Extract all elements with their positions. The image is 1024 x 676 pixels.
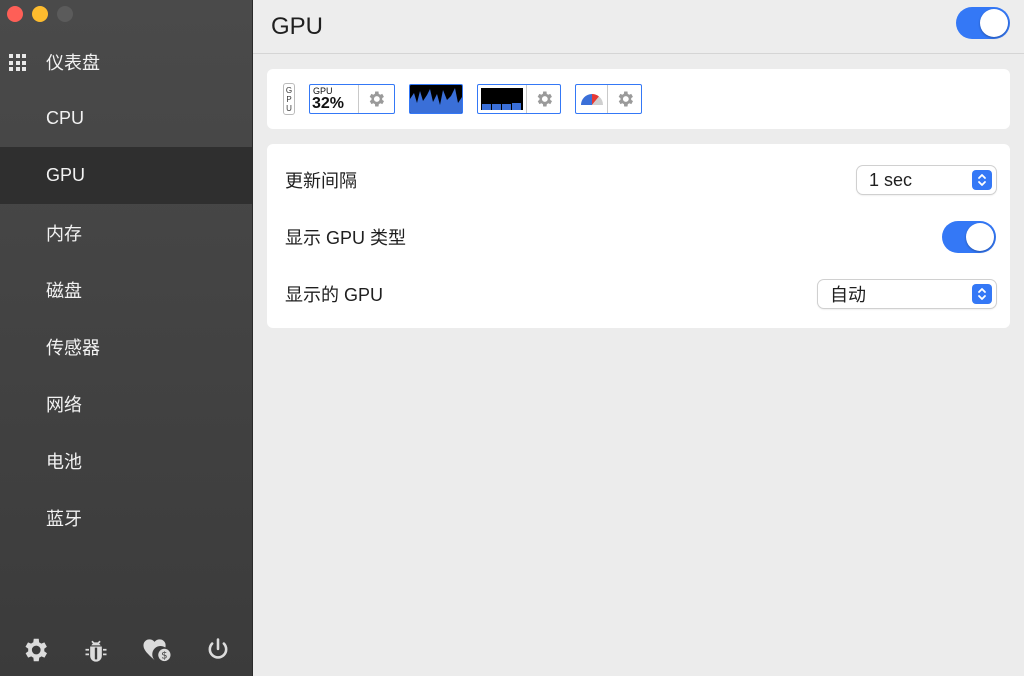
sidebar-item-label: 磁盘 [46, 280, 82, 301]
power-icon[interactable] [202, 634, 234, 666]
chevron-updown-icon [972, 170, 992, 190]
displayed-gpu-value: 自动 [830, 285, 866, 305]
module-enable-toggle[interactable] [956, 7, 1010, 39]
sidebar-item-gpu[interactable]: GPU [0, 147, 252, 204]
gear-icon[interactable] [608, 85, 641, 113]
bar-chart-preview-icon [481, 88, 523, 110]
widget-label-letter: U [286, 103, 292, 113]
sidebar-nav: 仪表盘 CPU GPU 内存 磁盘 传感器 网络 电池 蓝牙 [0, 33, 252, 546]
grid-icon [9, 54, 26, 71]
show-gpu-type-row: 显示 GPU 类型 [285, 217, 996, 257]
bar-chart-preview [478, 85, 527, 113]
gear-icon[interactable] [19, 634, 51, 666]
close-window-button[interactable] [7, 6, 23, 22]
line-chart-preview-icon [410, 88, 462, 113]
gauge-preview-icon [580, 93, 603, 105]
widget-line-chart[interactable] [409, 84, 463, 114]
sidebar-item-memory[interactable]: 内存 [0, 204, 252, 261]
widget-selector-card: G P U GPU 32% [267, 69, 1010, 129]
sidebar-item-dashboard[interactable]: 仪表盘 [0, 33, 252, 90]
sidebar-item-label: 电池 [46, 451, 82, 472]
settings-card: 更新间隔 1 sec 显示 GPU 类型 显示的 GPU 自动 [267, 144, 1010, 328]
sidebar-item-cpu[interactable]: CPU [0, 90, 252, 147]
chevron-updown-icon [972, 284, 992, 304]
sidebar-item-disk[interactable]: 磁盘 [0, 261, 252, 318]
sidebar-item-label: 蓝牙 [46, 508, 82, 529]
bug-icon[interactable] [80, 634, 112, 666]
gear-icon[interactable] [359, 85, 392, 113]
gauge-preview [576, 85, 608, 113]
window-controls [7, 6, 73, 22]
sidebar: 仪表盘 CPU GPU 内存 磁盘 传感器 网络 电池 蓝牙 $ [0, 0, 253, 676]
show-gpu-type-toggle[interactable] [942, 221, 996, 253]
svg-text:$: $ [161, 651, 167, 662]
gear-icon[interactable] [527, 85, 560, 113]
widget-mini[interactable]: GPU 32% [309, 84, 395, 114]
sidebar-item-label: 网络 [46, 394, 82, 415]
header: GPU [253, 0, 1024, 54]
toggle-knob [980, 9, 1008, 37]
sidebar-item-label: 内存 [46, 223, 82, 244]
sidebar-item-label: 仪表盘 [46, 52, 100, 73]
sidebar-item-network[interactable]: 网络 [0, 375, 252, 432]
displayed-gpu-select[interactable]: 自动 [818, 280, 996, 308]
update-interval-label: 更新间隔 [285, 171, 357, 191]
maximize-window-button[interactable] [57, 6, 73, 22]
widget-mini-preview: GPU 32% [310, 85, 359, 113]
widget-row: G P U GPU 32% [283, 83, 642, 115]
app-window: 仪表盘 CPU GPU 内存 磁盘 传感器 网络 电池 蓝牙 $ GPU G P… [0, 0, 1024, 676]
widget-gauge[interactable] [575, 84, 642, 114]
sidebar-item-label: 传感器 [46, 337, 100, 358]
toggle-knob [966, 223, 994, 251]
update-interval-row: 更新间隔 1 sec [285, 160, 996, 200]
update-interval-select[interactable]: 1 sec [857, 166, 996, 194]
widget-bar-chart[interactable] [477, 84, 561, 114]
minimize-window-button[interactable] [32, 6, 48, 22]
widget-label-letter: P [286, 94, 292, 104]
sidebar-item-battery[interactable]: 电池 [0, 432, 252, 489]
page-title: GPU [271, 13, 324, 40]
heart-donate-icon[interactable]: $ [141, 634, 173, 666]
main-panel: GPU G P U GPU 32% 更新间隔 1 sec 显示 GPU 类型 显… [253, 0, 1024, 676]
displayed-gpu-label: 显示的 GPU [285, 285, 384, 305]
update-interval-value: 1 sec [869, 169, 913, 190]
show-gpu-type-label: 显示 GPU 类型 [285, 228, 407, 248]
sidebar-item-sensors[interactable]: 传感器 [0, 318, 252, 375]
sidebar-item-label: GPU [46, 165, 86, 185]
displayed-gpu-row: 显示的 GPU 自动 [285, 274, 996, 314]
widget-mini-value: 32% [312, 95, 345, 112]
widget-label-letter: G [285, 85, 293, 95]
widget-label-text[interactable]: G P U [283, 83, 295, 115]
sidebar-item-bluetooth[interactable]: 蓝牙 [0, 489, 252, 546]
sidebar-item-label: CPU [46, 108, 85, 128]
sidebar-footer: $ [0, 634, 252, 666]
